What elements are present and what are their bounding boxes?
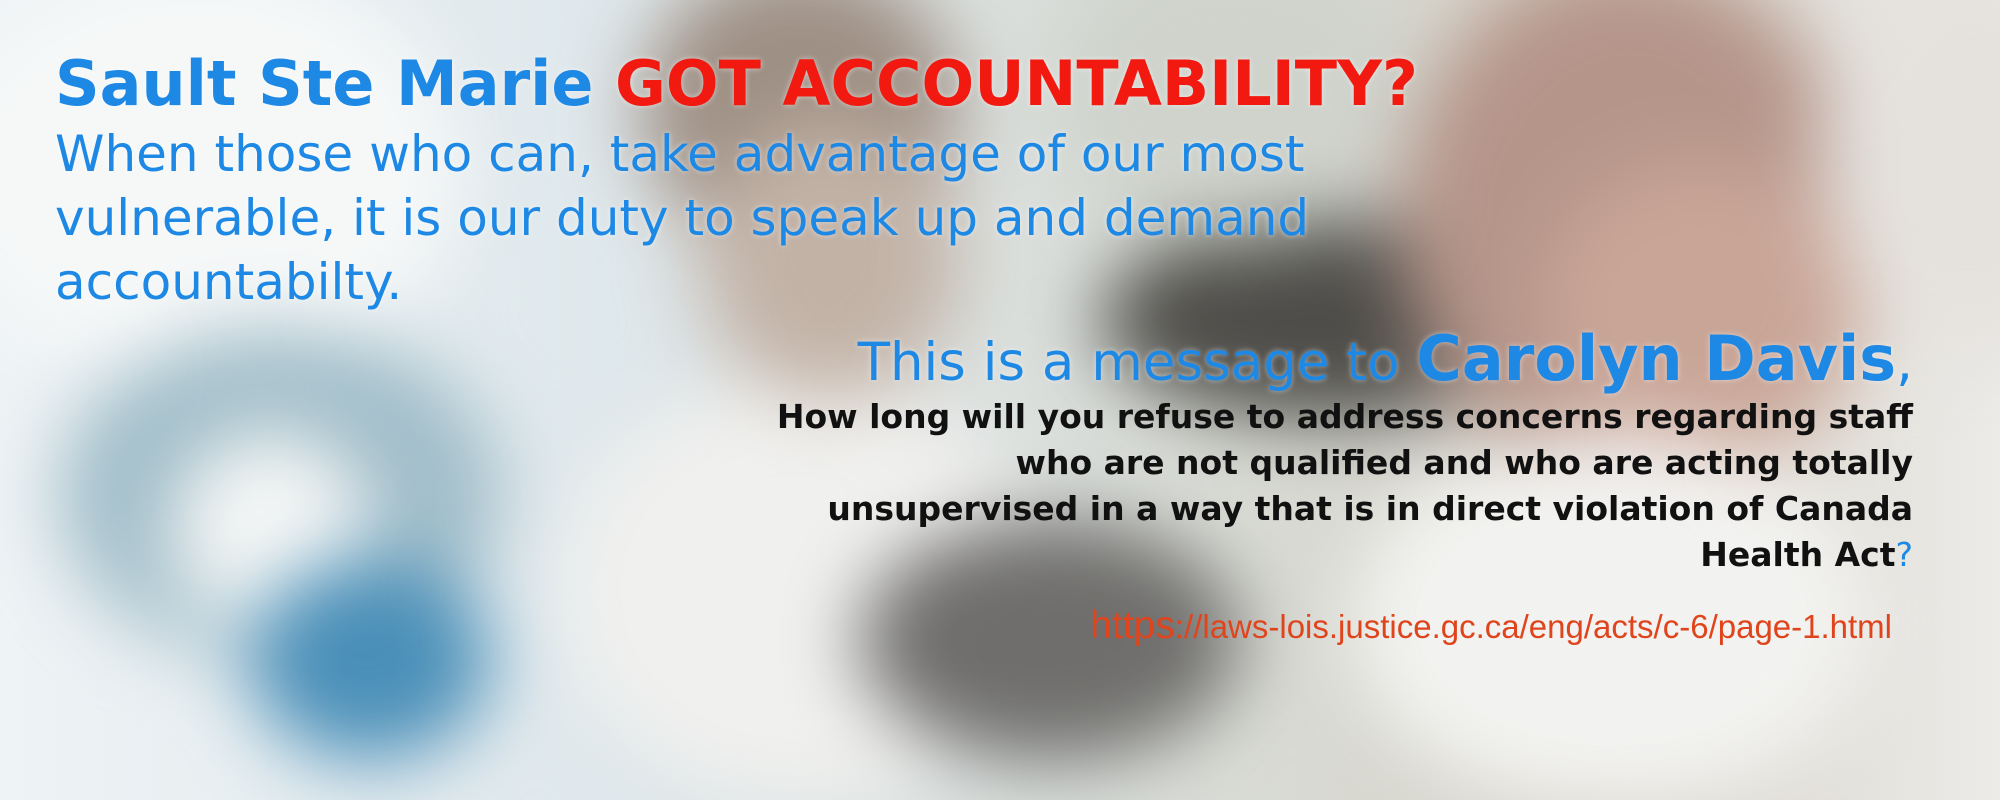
reference-link[interactable]: https://laws-lois.justice.gc.ca/eng/acts… xyxy=(1090,603,1892,650)
question-mark: ? xyxy=(1895,535,1913,574)
message-prefix: This is a message to xyxy=(857,332,1417,393)
question-text: How long will you refuse to address conc… xyxy=(763,394,1913,578)
link-protocol: https xyxy=(1090,604,1175,647)
recipient-name: Carolyn Davis xyxy=(1416,322,1897,395)
message-suffix: , xyxy=(1896,332,1913,393)
headline-accountability: GOT ACCOUNTABILITY? xyxy=(615,47,1418,120)
link-address: ://laws-lois.justice.gc.ca/eng/acts/c-6/… xyxy=(1174,608,1892,645)
headline-location: Sault Ste Marie xyxy=(55,47,616,120)
intro-text: When those who can, take advantage of ou… xyxy=(55,125,1310,311)
message-line: This is a message to Carolyn Davis, xyxy=(858,325,1913,397)
headline: Sault Ste Marie GOT ACCOUNTABILITY? xyxy=(55,48,1418,120)
question-body: How long will you refuse to address conc… xyxy=(776,397,1913,574)
